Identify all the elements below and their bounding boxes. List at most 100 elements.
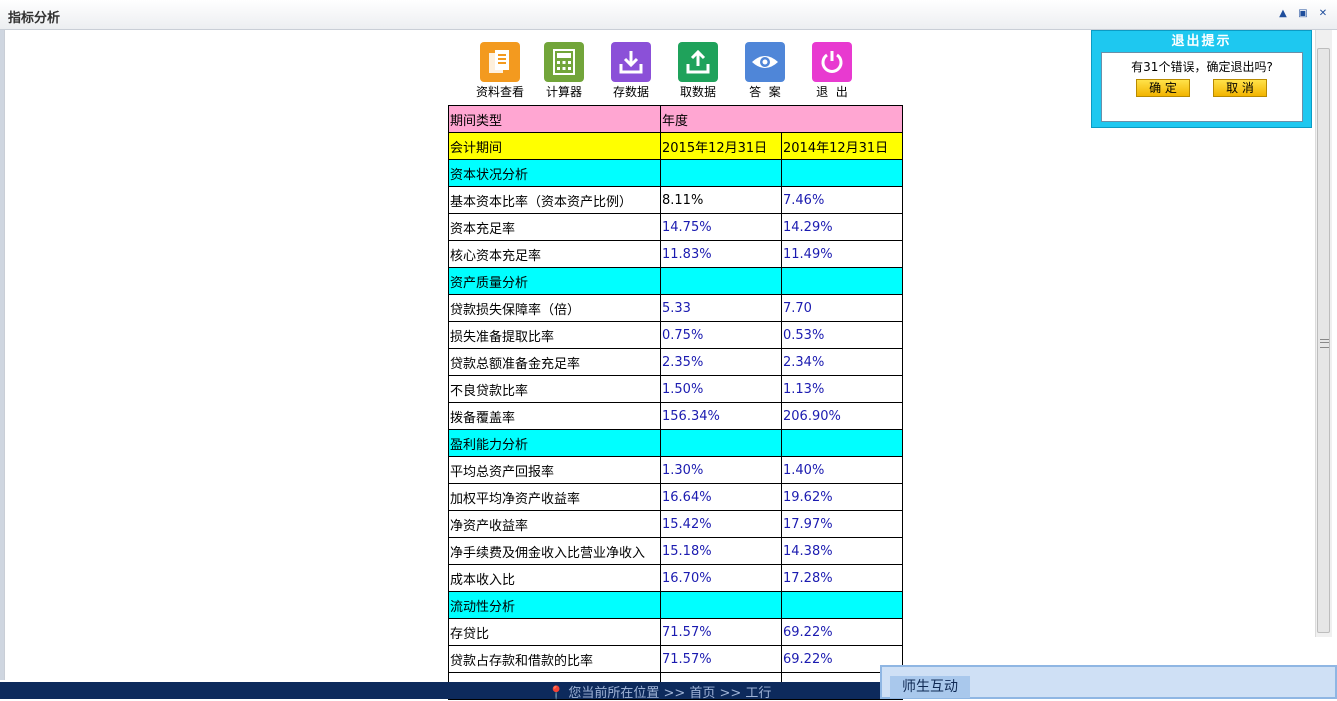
value-2015 (660, 429, 782, 457)
period-2015: 2015年12月31日 (660, 132, 782, 160)
indicator-name: 成本收入比 (448, 564, 661, 592)
value-2015: 1.30% (660, 456, 782, 484)
value-2014: 69.22% (781, 618, 903, 646)
indicator-name: 贷款总额准备金充足率 (448, 348, 661, 376)
grip-icon (1320, 339, 1329, 348)
value-2014: 1.13% (781, 375, 903, 403)
table-row: 拨备覆盖率 156.34% 206.90% (448, 402, 903, 430)
toolbar-label: 计算器 (545, 85, 582, 99)
value-2014: 14.29% (781, 213, 903, 241)
value-2014: 11.49% (781, 240, 903, 268)
table-row: 贷款总额准备金充足率 2.35% 2.34% (448, 348, 903, 376)
calculator-button[interactable]: 计算器 (534, 42, 594, 100)
value-2015 (660, 267, 782, 295)
save-download-icon (611, 42, 651, 82)
view-materials-button[interactable]: 资料查看 (470, 42, 530, 100)
indicator-name: 贷款损失保障率（倍） (448, 294, 661, 322)
location-breadcrumb: 📍 您当前所在位置 >> 首页 >> 工行 (548, 682, 771, 701)
value-2014: 1.40% (781, 456, 903, 484)
toolbar-label: 取数据 (679, 85, 716, 99)
value-2015: 8.11% (660, 186, 782, 214)
section-row: 盈利能力分析 (448, 429, 903, 457)
confirm-button[interactable]: 确 定 (1136, 79, 1190, 97)
indicator-table: 期间类型 年度 会计期间 2015年12月31日 2014年12月31日 资本状… (448, 105, 903, 700)
collapse-icon[interactable]: ▲ (1277, 8, 1289, 20)
period-2014: 2014年12月31日 (781, 132, 903, 160)
dialog-body: 有31个错误，确定退出吗? 确 定 取 消 (1101, 52, 1303, 122)
table-row: 净资产收益率 15.42% 17.97% (448, 510, 903, 538)
value-2014 (781, 591, 903, 619)
indicator-name: 资本充足率 (448, 213, 661, 241)
value-2015: 0.75% (660, 321, 782, 349)
vertical-scrollbar[interactable] (1315, 30, 1332, 637)
toolbar-label: 资料查看 (475, 85, 524, 99)
answer-button[interactable]: 答 案 (735, 42, 795, 100)
table-row: 核心资本充足率 11.83% 11.49% (448, 240, 903, 268)
section-row: 资本状况分析 (448, 159, 903, 187)
value-2015: 156.34% (660, 402, 782, 430)
indicator-name: 基本资本比率（资本资产比例） (448, 186, 661, 214)
value-2015: 15.18% (660, 537, 782, 565)
value-2015: 71.57% (660, 618, 782, 646)
calculator-icon (544, 42, 584, 82)
dialog-message: 有31个错误，确定退出吗? (1131, 60, 1273, 74)
value-2014: 7.70 (781, 294, 903, 322)
value-2014 (781, 429, 903, 457)
value-2014: 17.28% (781, 564, 903, 592)
value-2014: 19.62% (781, 483, 903, 511)
value-2015: 2.35% (660, 348, 782, 376)
save-data-button[interactable]: 存数据 (601, 42, 661, 100)
table-row: 加权平均净资产收益率 16.64% 19.62% (448, 483, 903, 511)
value-2014: 17.97% (781, 510, 903, 538)
value-2014: 14.38% (781, 537, 903, 565)
window-titlebar: 指标分析 ▲ ▣ ✕ (0, 0, 1337, 30)
window-controls: ▲ ▣ ✕ (1277, 8, 1329, 20)
table-row: 存贷比 71.57% 69.22% (448, 618, 903, 646)
maximize-icon[interactable]: ▣ (1297, 8, 1309, 20)
table-row: 基本资本比率（资本资产比例） 8.11% 7.46% (448, 186, 903, 214)
table-row: 资本充足率 14.75% 14.29% (448, 213, 903, 241)
indicator-name: 净手续费及佣金收入比营业净收入 (448, 537, 661, 565)
period-type-label: 期间类型 (448, 105, 661, 133)
toolbar-label: 退 出 (816, 85, 848, 99)
indicator-name: 平均总资产回报率 (448, 456, 661, 484)
accounting-period-label: 会计期间 (448, 132, 661, 160)
indicator-name: 资本状况分析 (448, 159, 661, 187)
power-icon (812, 42, 852, 82)
indicator-name: 拨备覆盖率 (448, 402, 661, 430)
value-2015: 16.64% (660, 483, 782, 511)
value-2014: 2.34% (781, 348, 903, 376)
close-icon[interactable]: ✕ (1317, 8, 1329, 20)
indicator-name: 不良贷款比率 (448, 375, 661, 403)
eye-icon (745, 42, 785, 82)
value-2015: 5.33 (660, 294, 782, 322)
load-data-button[interactable]: 取数据 (668, 42, 728, 100)
indicator-name: 净资产收益率 (448, 510, 661, 538)
table-row: 不良贷款比率 1.50% 1.13% (448, 375, 903, 403)
table-row: 贷款占存款和借款的比率 71.57% 69.22% (448, 645, 903, 673)
documents-icon (480, 42, 520, 82)
scrollbar-thumb[interactable] (1317, 48, 1330, 633)
value-2015: 15.42% (660, 510, 782, 538)
toolbar-label: 存数据 (612, 85, 649, 99)
table-row: 平均总资产回报率 1.30% 1.40% (448, 456, 903, 484)
table-row: 贷款损失保障率（倍） 5.33 7.70 (448, 294, 903, 322)
table-row: 损失准备提取比率 0.75% 0.53% (448, 321, 903, 349)
teacher-student-tab[interactable]: 师生互动 (890, 676, 970, 698)
indicator-name: 贷款占存款和借款的比率 (448, 645, 661, 673)
indicator-name: 流动性分析 (448, 591, 661, 619)
value-2015: 11.83% (660, 240, 782, 268)
period-type-row: 期间类型 年度 (448, 105, 903, 133)
table-row: 成本收入比 16.70% 17.28% (448, 564, 903, 592)
value-2014: 7.46% (781, 186, 903, 214)
indicator-name: 存贷比 (448, 618, 661, 646)
cancel-button[interactable]: 取 消 (1213, 79, 1267, 97)
value-2015: 14.75% (660, 213, 782, 241)
toolbar-label: 答 案 (749, 85, 781, 99)
indicator-name: 加权平均净资产收益率 (448, 483, 661, 511)
chat-panel: 师生互动 (880, 665, 1337, 699)
value-2015: 16.70% (660, 564, 782, 592)
exit-prompt-dialog: 退出提示 有31个错误，确定退出吗? 确 定 取 消 (1091, 30, 1312, 128)
period-type-value: 年度 (660, 105, 903, 133)
exit-button[interactable]: 退 出 (802, 42, 862, 100)
